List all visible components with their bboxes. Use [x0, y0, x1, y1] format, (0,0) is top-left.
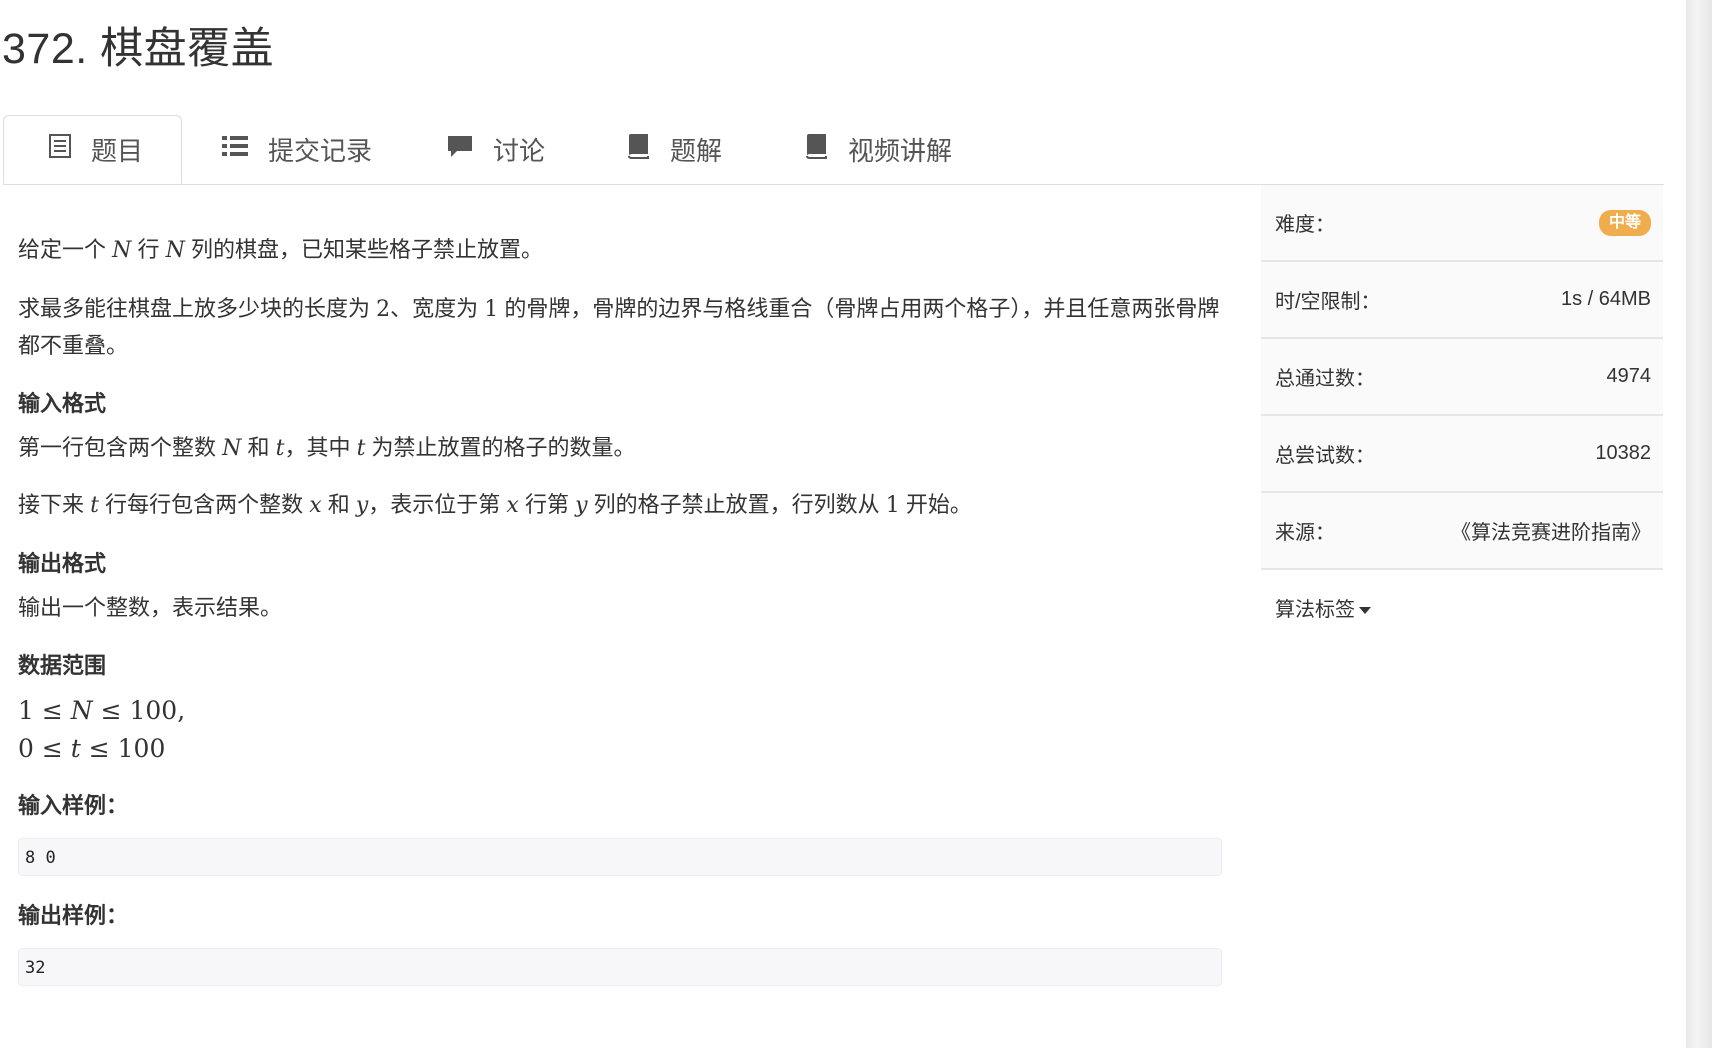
tab-label: 视频讲解	[848, 136, 953, 166]
problem-statement-1: 给定一个 N 行 N 列的棋盘，已知某些格子禁止放置。	[18, 237, 543, 263]
input-format-line-1: 第一行包含两个整数 N 和 t，其中 t 为禁止放置的格子的数量。	[18, 435, 636, 461]
algorithm-tags-toggle[interactable]: 算法标签	[1275, 593, 1371, 622]
problem-tabs: 题目 提交记录 讨论 题解 视频讲解	[3, 115, 1664, 185]
output-format-line: 输出一个整数，表示结果。	[18, 595, 283, 620]
input-format-heading: 输入格式	[18, 391, 107, 416]
passed-label: 总通过数：	[1275, 368, 1375, 390]
data-range-line-2: 0 ≤ t ≤ 100	[18, 734, 166, 763]
tries-value: 10382	[1595, 442, 1651, 464]
page-scrollbar-area	[1686, 0, 1712, 1048]
data-range-line-1: 1 ≤ N ≤ 100,	[18, 696, 186, 725]
algorithm-tags-label: 算法标签	[1275, 599, 1355, 621]
tries-label: 总尝试数：	[1275, 445, 1375, 467]
input-sample-code[interactable]: 8 0	[18, 838, 1222, 876]
tab-problem[interactable]: 题目	[3, 115, 182, 184]
tab-label: 提交记录	[268, 136, 373, 166]
source-label: 来源：	[1275, 522, 1335, 544]
tab-label: 题解	[670, 136, 723, 166]
page-title: 372. 棋盘覆盖	[2, 25, 275, 73]
problem-statement-2: 求最多能往棋盘上放多少块的长度为 2、宽度为 1 的骨牌，骨牌的边界与格线重合（…	[18, 296, 1220, 358]
source-row: 来源： 《算法竞赛进阶指南》	[1261, 493, 1663, 570]
book-icon	[626, 133, 650, 166]
tries-row: 总尝试数： 10382	[1261, 416, 1663, 493]
data-range-heading: 数据范围	[18, 653, 107, 678]
passed-value: 4974	[1606, 365, 1652, 387]
algorithm-tags-row[interactable]: 算法标签	[1261, 570, 1663, 645]
book-icon	[804, 133, 828, 166]
difficulty-badge: 中等	[1598, 209, 1651, 236]
problem-info-panel: 难度： 中等 时/空限制： 1s / 64MB 总通过数： 4974 总尝试数：…	[1261, 185, 1663, 645]
comment-icon	[447, 134, 473, 165]
tab-submissions[interactable]: 提交记录	[222, 115, 372, 184]
output-format-heading: 输出格式	[18, 551, 107, 576]
limit-row: 时/空限制： 1s / 64MB	[1261, 262, 1663, 339]
tab-label: 题目	[91, 136, 144, 166]
problem-content: 给定一个 N 行 N 列的棋盘，已知某些格子禁止放置。 求最多能往棋盘上放多少块…	[18, 200, 1223, 986]
limit-label: 时/空限制：	[1275, 291, 1381, 313]
input-sample-heading: 输入样例：	[18, 793, 129, 818]
input-format-line-2: 接下来 t 行每行包含两个整数 x 和 y，表示位于第 x 行第 y 列的格子禁…	[18, 492, 972, 518]
caret-down-icon	[1359, 607, 1371, 615]
source-value[interactable]: 《算法竞赛进阶指南》	[1451, 516, 1651, 545]
tab-video[interactable]: 视频讲解	[804, 115, 952, 184]
passed-row: 总通过数： 4974	[1261, 339, 1663, 416]
difficulty-row: 难度： 中等	[1261, 185, 1663, 262]
list-alt-icon	[49, 134, 71, 165]
limit-value: 1s / 64MB	[1560, 288, 1651, 310]
tab-label: 讨论	[493, 136, 546, 166]
difficulty-label: 难度：	[1275, 214, 1335, 236]
tab-solutions[interactable]: 题解	[626, 115, 722, 184]
tab-discussion[interactable]: 讨论	[447, 115, 545, 184]
list-icon	[222, 134, 248, 165]
output-sample-code[interactable]: 32	[18, 948, 1222, 986]
output-sample-heading: 输出样例：	[18, 903, 129, 928]
